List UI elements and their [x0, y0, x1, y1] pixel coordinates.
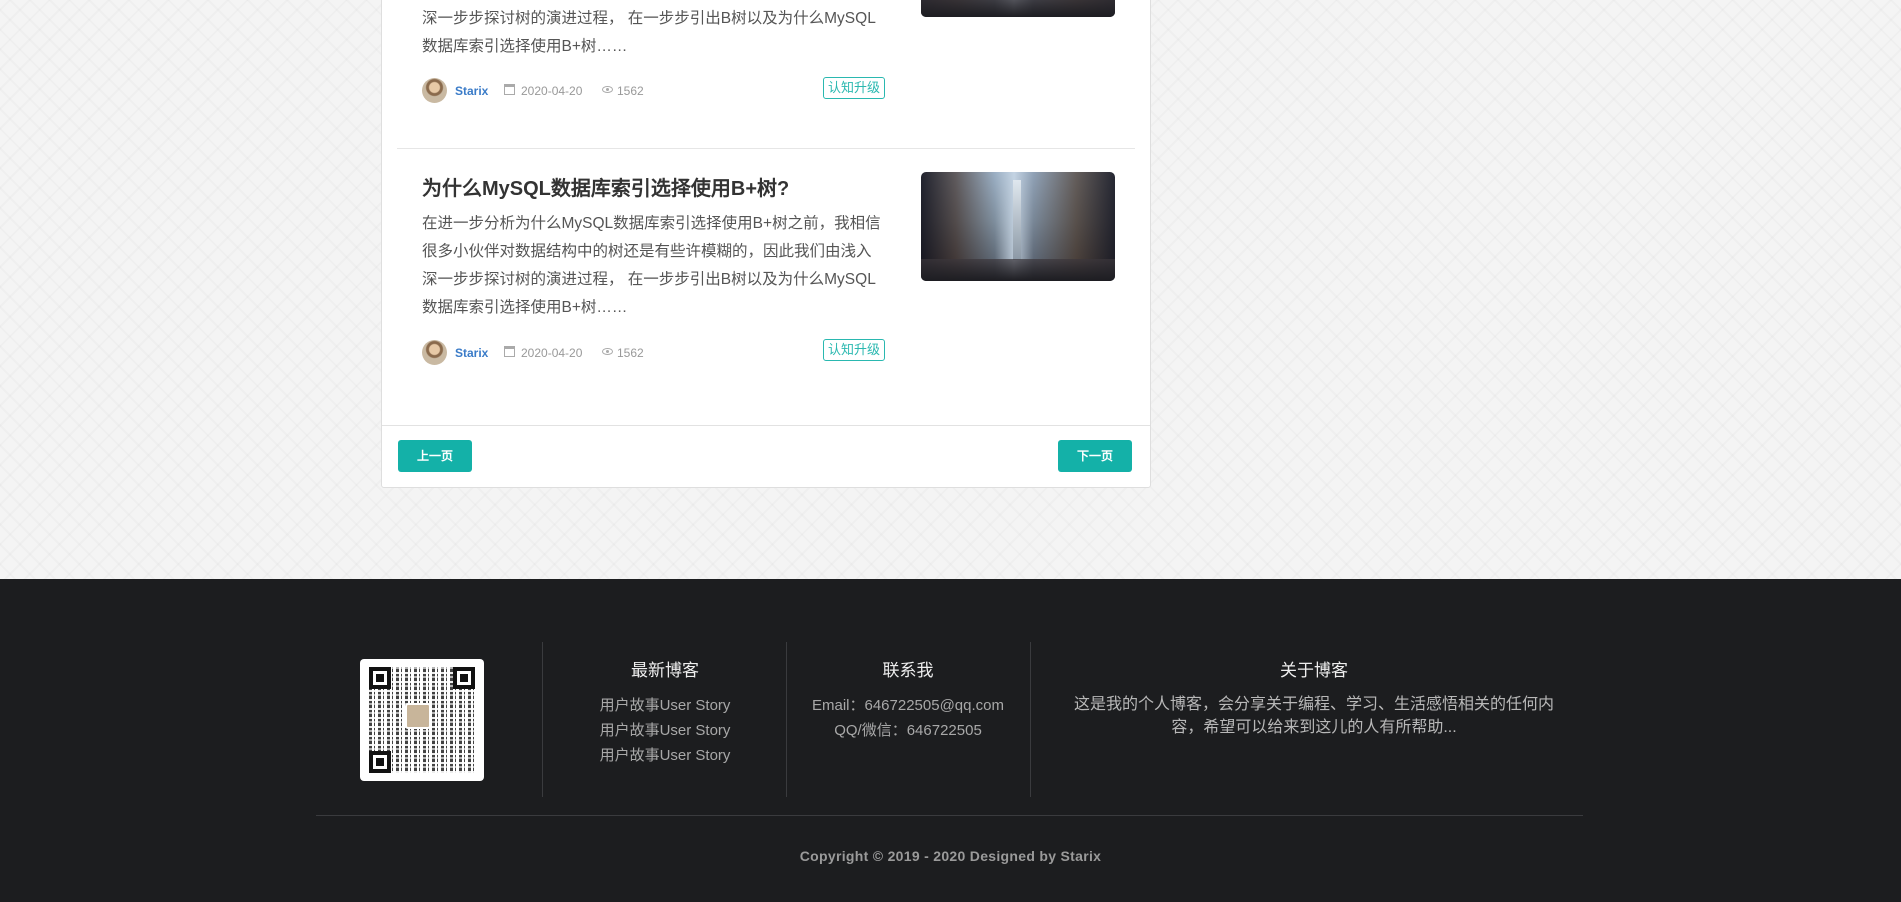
latest-blog-link[interactable]: 用户故事User Story [560, 693, 770, 718]
latest-blogs-title: 最新博客 [631, 661, 699, 680]
article-date: 2020-04-20 [521, 346, 583, 360]
calendar-icon [504, 84, 515, 95]
article-thumbnail[interactable] [921, 0, 1115, 17]
contact-qq: QQ/微信：646722505 [834, 722, 982, 739]
eye-icon [602, 86, 613, 93]
prev-page-button[interactable]: 上一页 [398, 440, 473, 472]
article-tag[interactable]: 认知升级 [823, 339, 886, 361]
about-section: 关于博客 这是我的个人博客，会分享关于编程、学习、生活感悟相关的任何内 容，希望… [1046, 656, 1582, 739]
contact-section: 联系我 Email：646722505@qq.com QQ/微信：6467225… [800, 656, 1016, 743]
author-avatar[interactable] [422, 340, 447, 365]
article-tag[interactable]: 认知升级 [823, 77, 886, 99]
footer-divider [542, 642, 543, 797]
article-meta: Starix 2020-04-20 1562 认知升级 [422, 339, 887, 367]
footer-divider [786, 642, 787, 797]
about-title: 关于博客 [1280, 661, 1348, 680]
article-item[interactable]: 为什么MySQL数据库索引选择使用B+树? 在进一步分析为什么MySQL数据库索… [422, 172, 1115, 372]
article-thumbnail[interactable] [921, 172, 1115, 281]
article-title[interactable]: 为什么MySQL数据库索引选择使用B+树? [422, 172, 789, 201]
latest-blogs-section: 最新博客 用户故事User Story 用户故事User Story 用户故事U… [560, 656, 770, 768]
article-list-card: 在进一步分析为什么MySQL数据库索引选择使用B+树之前，我相信很多小伙伴对数据… [381, 0, 1151, 488]
qr-code-image [360, 659, 484, 781]
article-date: 2020-04-20 [521, 84, 583, 98]
article-divider [397, 148, 1135, 149]
about-text-line: 容，希望可以给来到这儿的人有所帮助... [1171, 719, 1457, 736]
article-meta: Starix 2020-04-20 1562 认知升级 [422, 77, 887, 105]
article-excerpt: 在进一步分析为什么MySQL数据库索引选择使用B+树之前，我相信很多小伙伴对数据… [422, 215, 881, 316]
author-link[interactable]: Starix [455, 84, 488, 98]
footer-bottom-divider [316, 815, 1583, 816]
calendar-icon [504, 346, 515, 357]
article-excerpt: 在进一步分析为什么MySQL数据库索引选择使用B+树之前，我相信很多小伙伴对数据… [422, 10, 876, 55]
author-avatar[interactable] [422, 78, 447, 103]
author-link[interactable]: Starix [455, 346, 488, 360]
next-page-button[interactable]: 下一页 [1057, 440, 1132, 472]
contact-title: 联系我 [882, 661, 934, 680]
footer-divider [1030, 642, 1031, 797]
article-item[interactable]: 在进一步分析为什么MySQL数据库索引选择使用B+树之前，我相信很多小伙伴对数据… [422, 0, 1115, 137]
eye-icon [602, 348, 613, 355]
latest-blog-link[interactable]: 用户故事User Story [560, 743, 770, 768]
copyright-text: Copyright © 2019 - 2020 Designed by Star… [799, 848, 1102, 864]
contact-email: Email：646722505@qq.com [811, 697, 1004, 714]
pager-divider [382, 425, 1150, 426]
about-text-line: 这是我的个人博客，会分享关于编程、学习、生活感悟相关的任何内 [1073, 696, 1554, 713]
latest-blog-link[interactable]: 用户故事User Story [560, 718, 770, 743]
article-views: 1562 [617, 84, 644, 98]
site-footer: 最新博客 用户故事User Story 用户故事User Story 用户故事U… [0, 579, 1901, 902]
article-views: 1562 [617, 346, 644, 360]
